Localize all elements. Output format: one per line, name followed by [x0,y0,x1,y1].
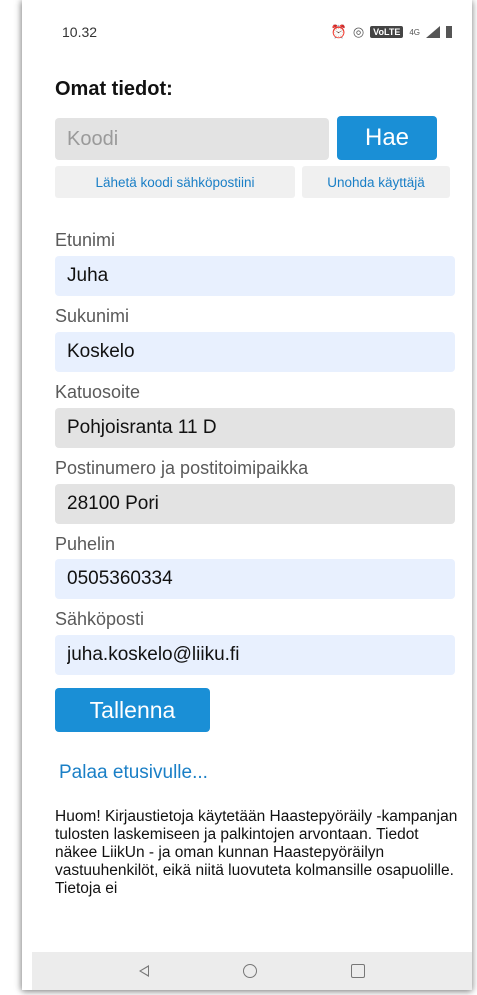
email-label: Sähköposti [55,609,145,629]
system-nav-bar [32,952,472,990]
signal-icon [426,26,440,38]
phone-label: Puhelin [55,534,116,554]
first-name-field[interactable] [55,256,455,296]
first-name-label: Etunimi [55,230,116,250]
postal-field[interactable] [55,484,455,524]
street-field[interactable] [55,408,455,448]
home-nav-icon[interactable] [243,964,257,978]
code-input[interactable] [55,118,329,160]
phone-field[interactable] [55,559,455,599]
last-name-label: Sukunimi [55,306,130,326]
status-bar: 10.32 ⏰ ◎ VoLTE 4G [22,0,472,66]
volte-icon: VoLTE [370,26,404,38]
status-icons: ⏰ ◎ VoLTE 4G [331,24,452,40]
save-button[interactable]: Tallenna [55,688,210,732]
back-nav-icon[interactable] [139,965,149,977]
phone-screen: 10.32 ⏰ ◎ VoLTE 4G Omat tiedot: Hae Lähe… [22,0,472,990]
hotspot-icon: ◎ [352,24,365,39]
send-code-button[interactable]: Lähetä koodi sähköpostiini [55,166,295,198]
last-name-field[interactable] [55,332,455,372]
alarm-icon: ⏰ [330,24,347,39]
search-button[interactable]: Hae [337,116,437,160]
postal-label: Postinumero ja postitoimipaikka [55,458,309,478]
status-time: 10.32 [62,24,98,40]
network-type: 4G [409,27,420,37]
recents-nav-icon[interactable] [351,964,365,978]
forget-user-button[interactable]: Unohda käyttäjä [302,166,450,198]
page-title: Omat tiedot: [55,78,173,100]
battery-icon [446,26,452,38]
privacy-notice: Huom! Kirjaustietoja käytetään Haastepyö… [55,808,458,897]
street-label: Katuosoite [55,382,141,402]
email-field[interactable] [55,635,455,675]
back-to-home-link[interactable]: Palaa etusivulle... [59,762,208,784]
